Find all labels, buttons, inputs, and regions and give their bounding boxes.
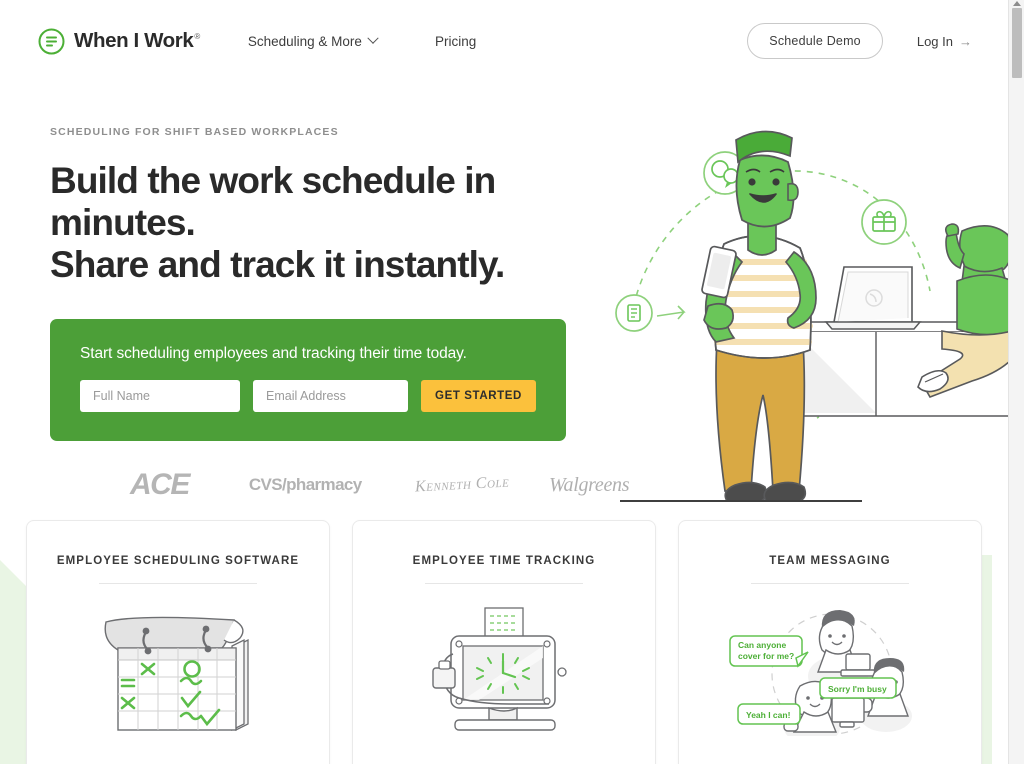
nav-item-pricing[interactable]: Pricing <box>435 28 476 55</box>
chat-bubble-2: Sorry I'm busy <box>819 677 897 699</box>
svg-text:Sorry I'm busy: Sorry I'm busy <box>828 684 887 694</box>
hero-eyebrow: SCHEDULING FOR SHIFT BASED WORKPLACES <box>50 126 339 138</box>
chat-bubble-1: Can anyone cover for me? <box>729 635 809 668</box>
cvs-logo-rest: /pharmacy <box>282 475 362 495</box>
feature-card-title: TEAM MESSAGING <box>769 555 891 567</box>
gift-icon <box>861 199 907 245</box>
chat-bubble-3: Yeah I can! <box>737 703 801 725</box>
arrow-right-icon: → <box>959 33 972 49</box>
page-viewport: When I Work® Scheduling & More Pricing S… <box>0 0 1008 764</box>
cvs-pharmacy-logo: CVS/pharmacy <box>249 475 362 495</box>
feature-card-employee-time-tracking[interactable]: EMPLOYEE TIME TRACKING <box>352 520 656 764</box>
hero-copy: SCHEDULING FOR SHIFT BASED WORKPLACES Bu… <box>0 126 630 512</box>
feature-card-employee-scheduling-software[interactable]: EMPLOYEE SCHEDULING SOFTWARE <box>26 520 330 764</box>
brand-name-text: When I Work <box>74 29 194 52</box>
page-title: Build the work schedule in minutes. Shar… <box>50 160 620 285</box>
svg-text:cover for me?: cover for me? <box>738 651 794 661</box>
brand-trademark: ® <box>194 32 200 42</box>
time-clock-illustration <box>371 606 637 736</box>
nav-item-label: Scheduling & More <box>247 33 362 49</box>
site-header: When I Work® Scheduling & More Pricing S… <box>0 0 1008 82</box>
ace-logo: ACE <box>130 468 190 502</box>
vertical-scrollbar-track[interactable] <box>1008 0 1024 764</box>
client-logos-row: ACE CVS/pharmacy Kenneth Cole Walgreens <box>50 468 630 502</box>
document-icon <box>615 294 653 332</box>
brand-name: When I Work® <box>74 29 200 53</box>
chevron-down-icon <box>367 32 379 44</box>
feature-card-divider <box>99 583 257 584</box>
signup-card: Start scheduling employees and tracking … <box>50 319 566 442</box>
nav-item-scheduling-and-more[interactable]: Scheduling & More <box>247 28 379 55</box>
email-address-input[interactable] <box>253 380 408 413</box>
team-messaging-illustration: Can anyone cover for me? Sorry I'm busy … <box>697 606 963 736</box>
hero-title-line-2: Share and track it instantly. <box>50 243 505 285</box>
laptop-shape <box>824 266 922 330</box>
scrollbar-arrow-up-icon[interactable] <box>1013 1 1021 6</box>
header-actions: Schedule Demo Log In → <box>747 23 972 59</box>
when-i-work-circle-logo-icon <box>38 28 65 55</box>
svg-text:Can anyone: Can anyone <box>738 640 786 650</box>
hero-section: SCHEDULING FOR SHIFT BASED WORKPLACES Bu… <box>0 82 1008 512</box>
hero-title-line-1: Build the work schedule in minutes. <box>50 160 496 243</box>
brand-logo-link[interactable]: When I Work® <box>38 28 200 55</box>
get-started-button[interactable]: GET STARTED <box>421 380 536 413</box>
hero-illustration <box>612 126 1008 512</box>
main-navigation: Scheduling & More Pricing <box>248 28 476 55</box>
calendar-illustration <box>45 606 311 736</box>
svg-text:Yeah I can!: Yeah I can! <box>746 710 791 720</box>
schedule-demo-button[interactable]: Schedule Demo <box>747 23 883 59</box>
signup-headline: Start scheduling employees and tracking … <box>80 345 467 363</box>
standing-person <box>620 130 862 502</box>
full-name-input[interactable] <box>80 380 240 413</box>
vertical-scrollbar-thumb[interactable] <box>1012 8 1022 78</box>
feature-card-team-messaging[interactable]: TEAM MESSAGING Can anyone cover for me? … <box>678 520 982 764</box>
nav-item-label: Pricing <box>434 33 477 49</box>
feature-card-divider <box>751 583 909 584</box>
feature-card-title: EMPLOYEE SCHEDULING SOFTWARE <box>56 555 300 567</box>
feature-cards-section: EMPLOYEE SCHEDULING SOFTWARE EMPLOYEE TI… <box>0 520 1008 764</box>
cvs-logo-bold: CVS <box>248 475 283 495</box>
feature-card-title: EMPLOYEE TIME TRACKING <box>412 555 596 567</box>
log-in-link[interactable]: Log In → <box>917 34 972 49</box>
feature-card-divider <box>425 583 583 584</box>
signup-form: GET STARTED <box>80 380 536 413</box>
kenneth-cole-logo: Kenneth Cole <box>414 473 510 496</box>
log-in-label: Log In <box>916 33 953 49</box>
